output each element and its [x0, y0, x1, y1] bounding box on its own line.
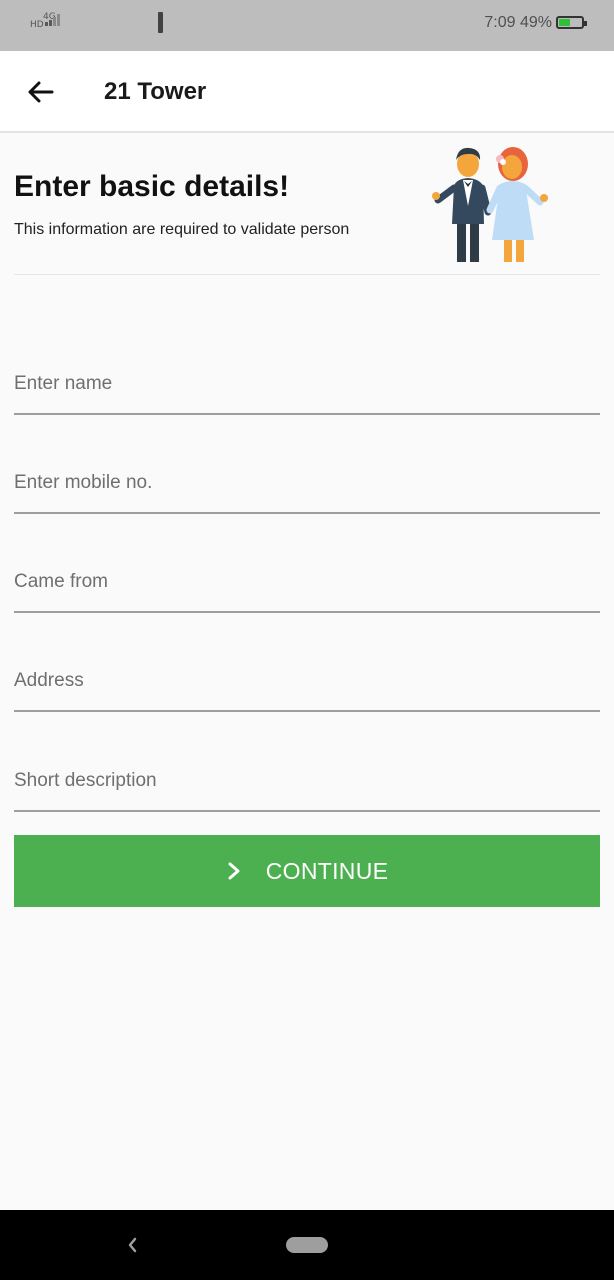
battery-percent: 49%: [519, 14, 552, 31]
app-bar: 21 Tower: [0, 51, 614, 133]
continue-label: CONTINUE: [265, 857, 389, 884]
chevron-right-icon: [228, 862, 240, 880]
name-input[interactable]: [14, 373, 600, 395]
arrow-left-icon: [28, 81, 54, 103]
description-field[interactable]: [14, 746, 600, 812]
home-pill-icon[interactable]: [286, 1237, 328, 1253]
description-input[interactable]: [14, 770, 600, 792]
nav-back-icon[interactable]: [122, 1232, 142, 1258]
page-title: 21 Tower: [104, 78, 207, 105]
status-divider: [158, 12, 163, 33]
couple-illustration: [432, 147, 548, 262]
status-bar: HD 4G 7:09 49%: [0, 0, 614, 51]
battery-icon: [556, 16, 587, 29]
address-field[interactable]: [14, 646, 600, 712]
name-field[interactable]: [14, 349, 600, 415]
came-from-input[interactable]: [14, 571, 600, 593]
back-button[interactable]: [22, 73, 58, 111]
continue-button[interactable]: CONTINUE: [14, 835, 600, 907]
mobile-input[interactable]: [14, 472, 600, 494]
battery-fill: [559, 19, 570, 26]
form-heading: Enter basic details!: [14, 170, 290, 203]
came-from-field[interactable]: [14, 547, 600, 613]
address-input[interactable]: [14, 670, 600, 692]
mobile-field[interactable]: [14, 448, 600, 514]
system-nav-bar: [0, 1210, 614, 1280]
form-subheading: This information are required to validat…: [14, 221, 350, 238]
section-divider: [14, 274, 600, 275]
status-right: 7:09 49%: [484, 14, 552, 32]
hd-label: HD: [30, 20, 44, 30]
status-time: 7:09: [484, 14, 516, 31]
